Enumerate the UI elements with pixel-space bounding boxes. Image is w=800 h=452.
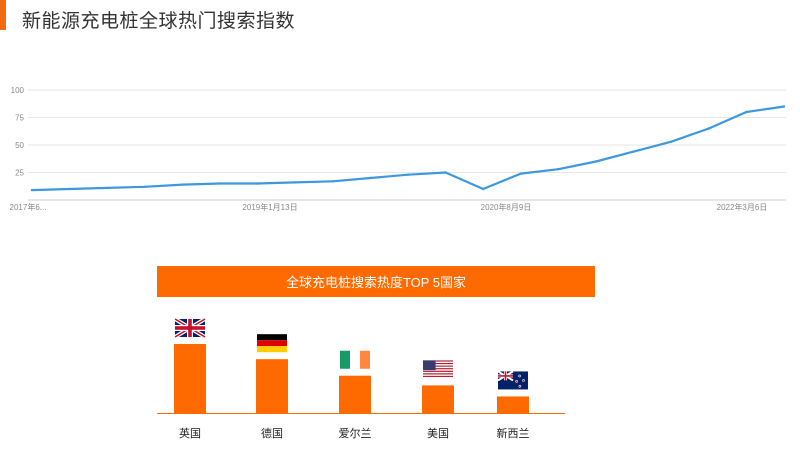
new-zealand-flag-icon (497, 370, 528, 390)
germany-flag-icon (257, 334, 287, 353)
bar (497, 396, 529, 413)
country-label: 德国 (261, 428, 283, 440)
bar (174, 344, 206, 413)
country-label: 爱尔兰 (338, 428, 372, 440)
country-label: 新西兰 (496, 428, 530, 440)
bar (422, 385, 454, 413)
usa-flag-icon (423, 360, 453, 379)
bar (256, 359, 288, 413)
country-label: 美国 (427, 428, 449, 440)
uk-flag-icon (173, 317, 207, 339)
bar (339, 375, 371, 413)
top5-bar-chart (157, 317, 565, 414)
ireland-flag-icon (340, 350, 370, 369)
country-label: 英国 (179, 428, 201, 440)
top5-chart-title-banner: 全球充电桩搜索热度TOP 5国家 (157, 266, 595, 297)
